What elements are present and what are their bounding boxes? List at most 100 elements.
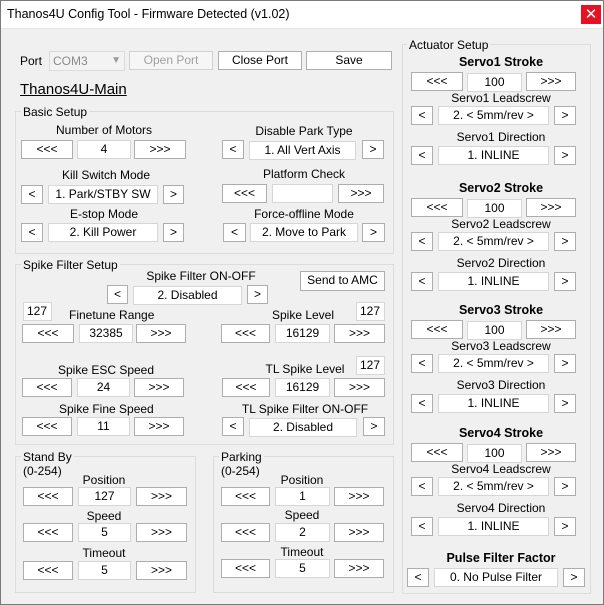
spike-onoff-next-button[interactable]: >	[247, 285, 268, 304]
send-to-amc-button[interactable]: Send to AMC	[300, 271, 385, 291]
spike-onoff-value: 2. Disabled	[133, 286, 242, 305]
standby-title: Stand By	[21, 450, 74, 464]
standby-speed-label: Speed	[86, 509, 122, 523]
servo1-leadscrew-label: Servo1 Leadscrew	[451, 91, 551, 105]
tl-spike-onoff-next-button[interactable]: >	[363, 417, 385, 436]
servo2-direction-prev-button[interactable]: <	[411, 272, 433, 291]
tl-spike-onoff-prev-button[interactable]: <	[222, 417, 244, 436]
pulse-filter-label: Pulse Filter Factor	[446, 551, 556, 565]
kill-switch-value: 1. Park/STBY SW	[48, 185, 158, 204]
port-select[interactable]: COM3 ▼	[49, 51, 125, 71]
servo1-leadscrew-prev-button[interactable]: <	[411, 106, 433, 125]
servo3-stroke-prev-button[interactable]: <<<	[411, 320, 463, 339]
open-port-button[interactable]: Open Port	[129, 51, 213, 70]
spike-esc-prev-button[interactable]: <<<	[22, 378, 72, 397]
servo4-leadscrew-next-button[interactable]: >	[554, 477, 576, 496]
servo1-direction-prev-button[interactable]: <	[411, 146, 433, 165]
finetune-next-button[interactable]: >>>	[136, 324, 186, 343]
standby-timeout-prev-button[interactable]: <<<	[23, 561, 73, 580]
finetune-label: Finetune Range	[69, 308, 155, 322]
platform-check-prev-button[interactable]: <<<	[222, 184, 267, 203]
force-offline-prev-button[interactable]: <	[223, 223, 246, 242]
spike-fine-prev-button[interactable]: <<<	[22, 417, 72, 436]
servo3-leadscrew-label: Servo3 Leadscrew	[451, 339, 551, 353]
tl-spike-level-prev-button[interactable]: <<<	[222, 378, 270, 397]
tl-spike-level-next-button[interactable]: >>>	[334, 378, 385, 397]
spike-fine-next-button[interactable]: >>>	[134, 417, 184, 436]
pulse-filter-prev-button[interactable]: <	[407, 568, 429, 587]
spike-esc-value: 24	[77, 378, 130, 397]
standby-speed-value: 5	[78, 523, 131, 542]
servo4-leadscrew-prev-button[interactable]: <	[411, 477, 433, 496]
servo4-direction-prev-button[interactable]: <	[411, 517, 433, 536]
servo3-stroke-next-button[interactable]: >>>	[526, 320, 576, 339]
platform-check-label: Platform Check	[262, 167, 346, 181]
finetune-side-value[interactable]: 127	[23, 302, 52, 321]
standby-position-prev-button[interactable]: <<<	[23, 487, 73, 506]
estop-prev-button[interactable]: <	[21, 223, 43, 242]
pulse-filter-next-button[interactable]: >	[563, 568, 585, 587]
servo2-stroke-next-button[interactable]: >>>	[526, 198, 576, 217]
close-port-button[interactable]: Close Port	[218, 51, 302, 70]
estop-label: E-stop Mode	[69, 207, 139, 221]
standby-speed-prev-button[interactable]: <<<	[23, 523, 73, 542]
motors-prev-button[interactable]: <<<	[21, 140, 73, 159]
servo4-stroke-next-button[interactable]: >>>	[526, 443, 576, 462]
spike-level-side-value[interactable]: 127	[356, 302, 385, 321]
parking-range: (0-254)	[221, 464, 260, 478]
servo2-stroke-prev-button[interactable]: <<<	[411, 198, 463, 217]
tl-spike-level-label: TL Spike Level	[265, 362, 345, 376]
park-type-next-button[interactable]: >	[362, 140, 384, 159]
servo2-leadscrew-next-button[interactable]: >	[554, 232, 576, 251]
servo2-leadscrew-prev-button[interactable]: <	[411, 232, 433, 251]
servo3-direction-value: 1. INLINE	[438, 394, 549, 413]
servo3-leadscrew-next-button[interactable]: >	[554, 354, 576, 373]
standby-speed-next-button[interactable]: >>>	[136, 523, 187, 542]
standby-position-next-button[interactable]: >>>	[136, 487, 187, 506]
kill-switch-prev-button[interactable]: <	[21, 185, 43, 204]
port-label: Port	[20, 54, 43, 68]
standby-range: (0-254)	[23, 464, 62, 478]
platform-check-next-button[interactable]: >>>	[338, 184, 384, 203]
spike-esc-next-button[interactable]: >>>	[134, 378, 184, 397]
servo3-direction-next-button[interactable]: >	[554, 394, 576, 413]
standby-position-value: 127	[78, 487, 131, 506]
spike-fine-value: 11	[77, 417, 130, 436]
servo1-leadscrew-value: 2. < 5mm/rev >	[438, 106, 549, 125]
servo1-leadscrew-next-button[interactable]: >	[554, 106, 576, 125]
servo2-direction-next-button[interactable]: >	[554, 272, 576, 291]
parking-timeout-prev-button[interactable]: <<<	[221, 559, 270, 578]
parking-speed-next-button[interactable]: >>>	[334, 523, 384, 542]
parking-position-next-button[interactable]: >>>	[334, 487, 384, 506]
servo4-direction-next-button[interactable]: >	[554, 517, 576, 536]
kill-switch-label: Kill Switch Mode	[61, 168, 151, 182]
servo1-direction-next-button[interactable]: >	[554, 146, 576, 165]
spike-level-next-button[interactable]: >>>	[334, 324, 385, 343]
spike-onoff-prev-button[interactable]: <	[107, 285, 128, 304]
servo1-stroke-next-button[interactable]: >>>	[526, 72, 576, 91]
spike-level-prev-button[interactable]: <<<	[221, 324, 270, 343]
servo1-stroke-prev-button[interactable]: <<<	[411, 72, 463, 91]
motors-next-button[interactable]: >>>	[134, 140, 186, 159]
park-type-prev-button[interactable]: <	[222, 140, 244, 159]
estop-value: 2. Kill Power	[48, 223, 158, 242]
servo3-direction-label: Servo3 Direction	[456, 378, 546, 392]
tl-spike-level-side-value[interactable]: 127	[356, 356, 385, 375]
servo1-stroke-value: 100	[467, 73, 522, 92]
servo3-leadscrew-prev-button[interactable]: <	[411, 354, 433, 373]
close-window-button[interactable]: ✕	[581, 5, 601, 24]
force-offline-next-button[interactable]: >	[362, 223, 385, 242]
motors-label: Number of Motors	[55, 123, 153, 137]
servo4-stroke-prev-button[interactable]: <<<	[411, 443, 463, 462]
parking-position-prev-button[interactable]: <<<	[221, 487, 270, 506]
standby-timeout-next-button[interactable]: >>>	[136, 561, 187, 580]
estop-next-button[interactable]: >	[163, 223, 184, 242]
save-button[interactable]: Save	[306, 51, 392, 70]
finetune-prev-button[interactable]: <<<	[22, 324, 74, 343]
servo4-leadscrew-label: Servo4 Leadscrew	[451, 462, 551, 476]
servo3-direction-prev-button[interactable]: <	[411, 394, 433, 413]
parking-speed-prev-button[interactable]: <<<	[221, 523, 270, 542]
basic-setup-title: Basic Setup	[21, 105, 90, 119]
kill-switch-next-button[interactable]: >	[163, 185, 184, 204]
parking-timeout-next-button[interactable]: >>>	[334, 559, 384, 578]
